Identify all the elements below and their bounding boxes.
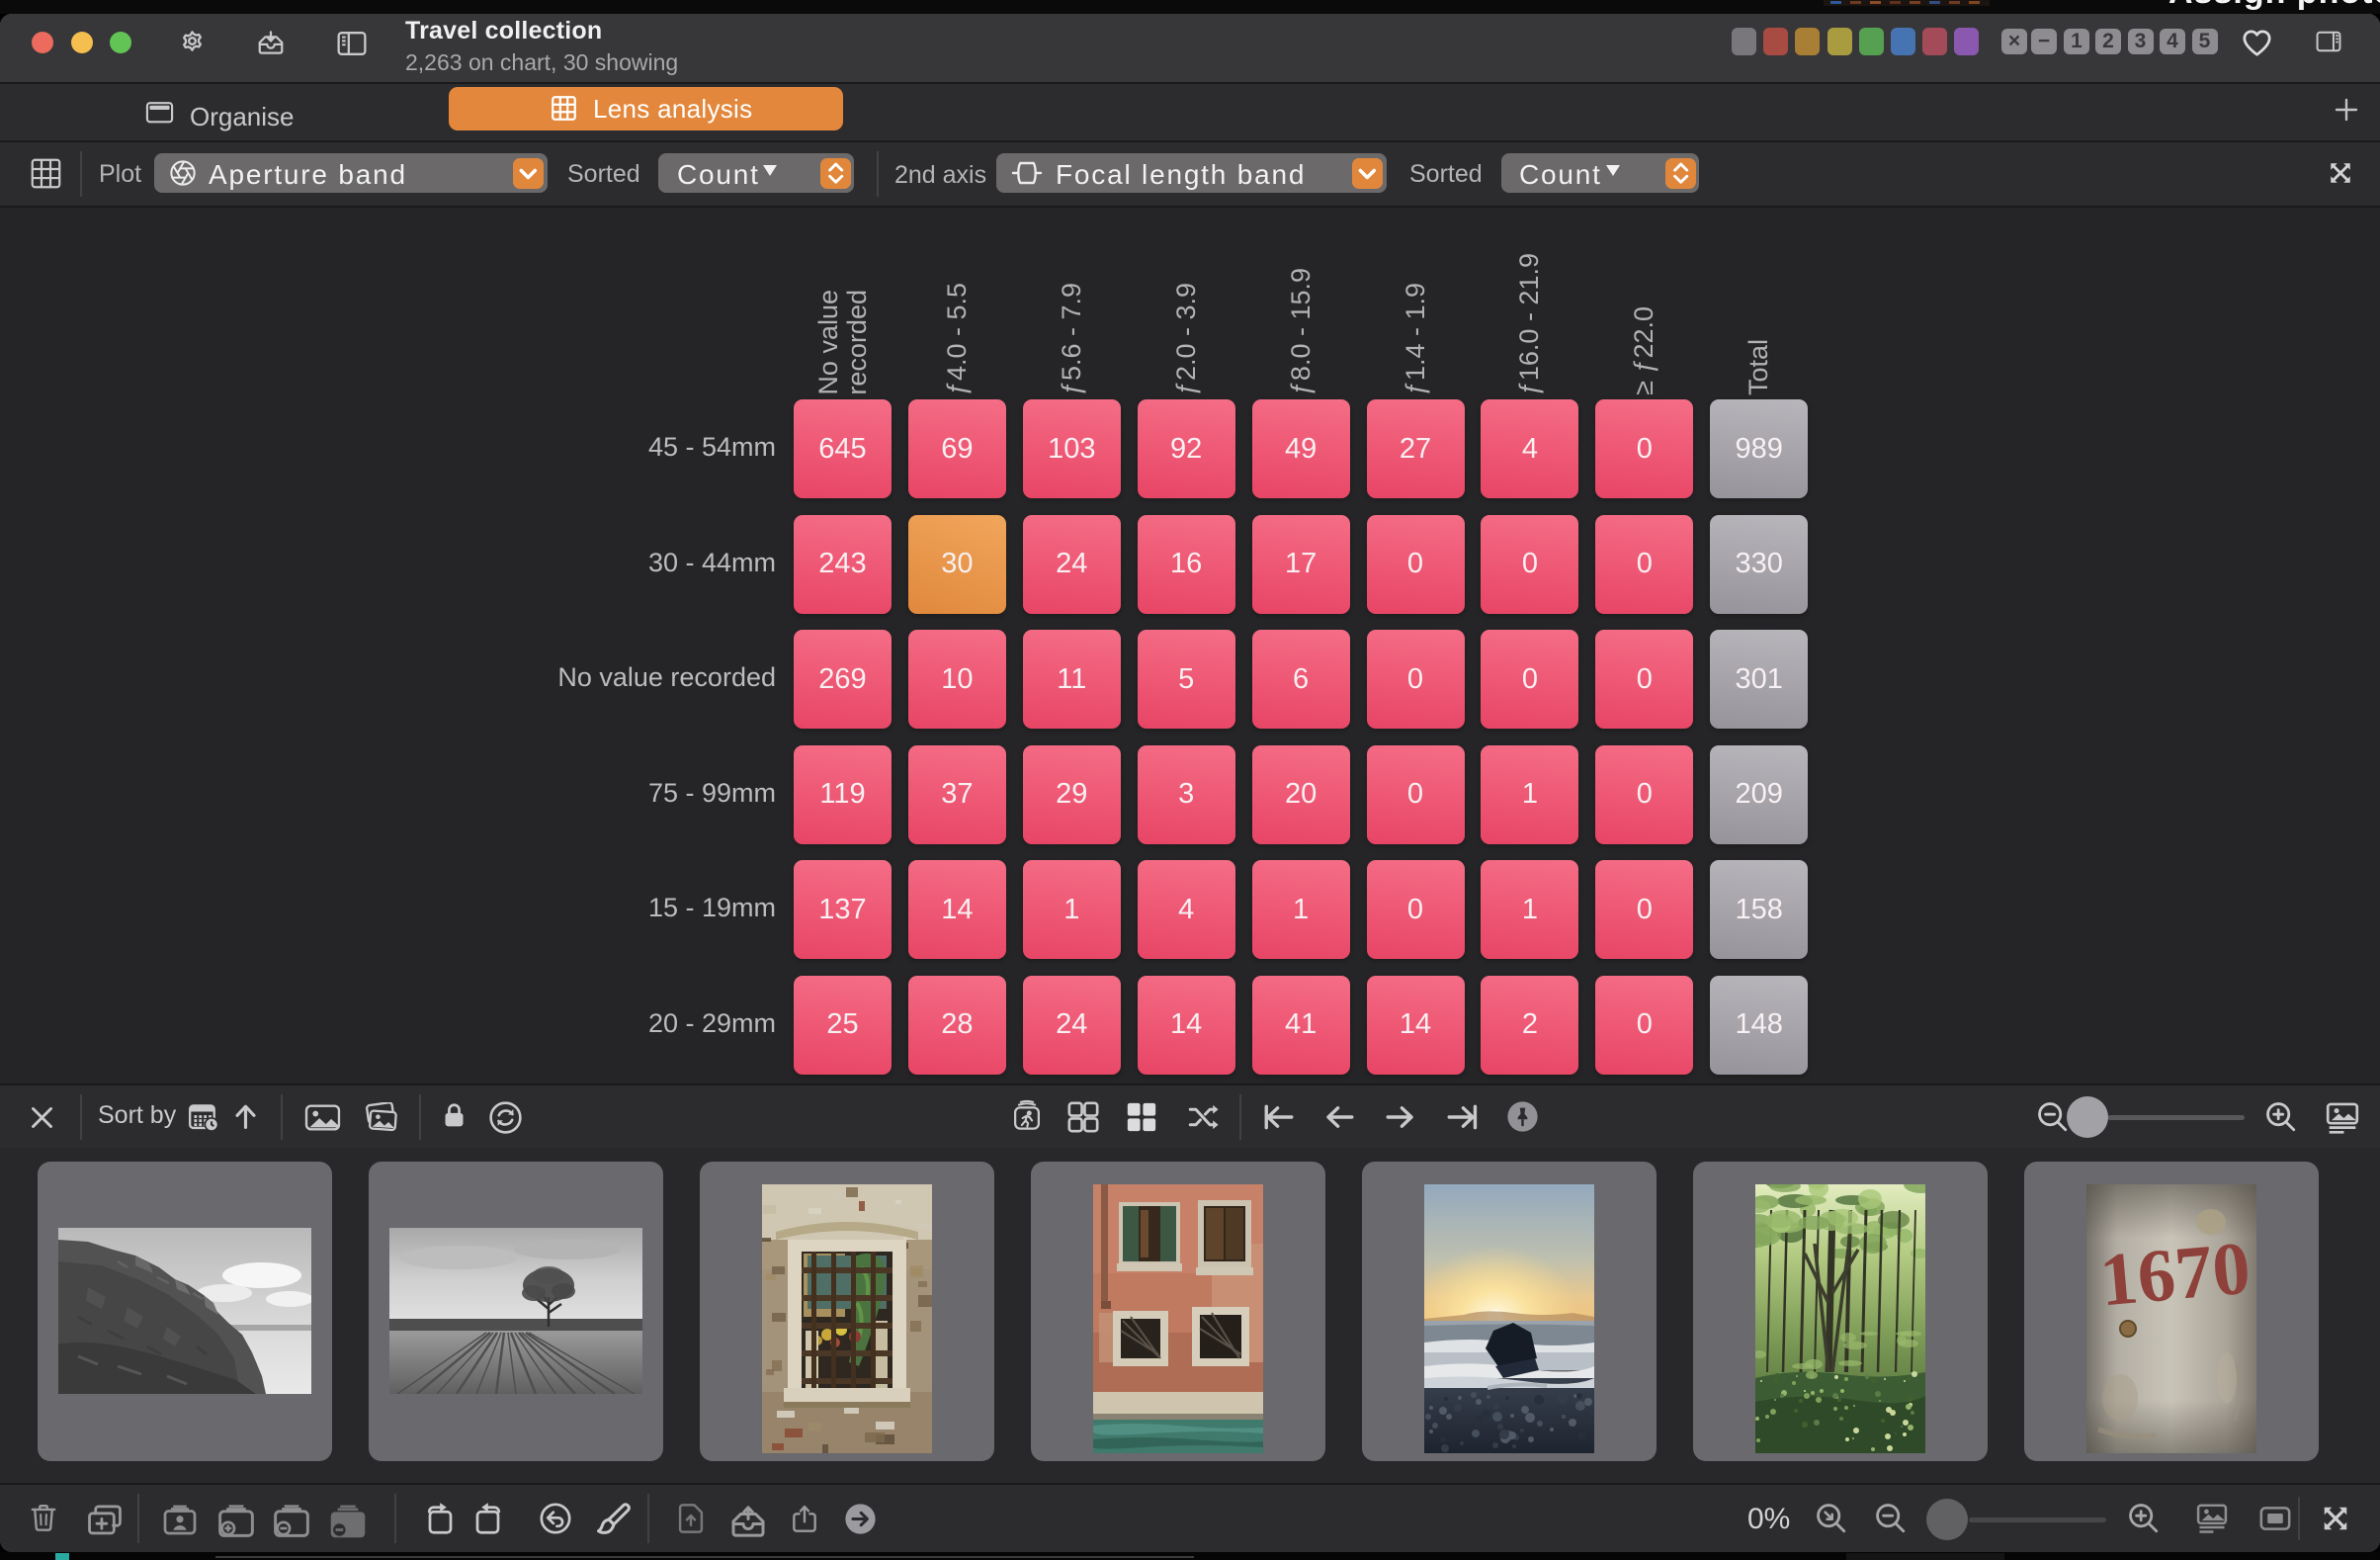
svg-text:1670: 1670 (2096, 1227, 2253, 1323)
